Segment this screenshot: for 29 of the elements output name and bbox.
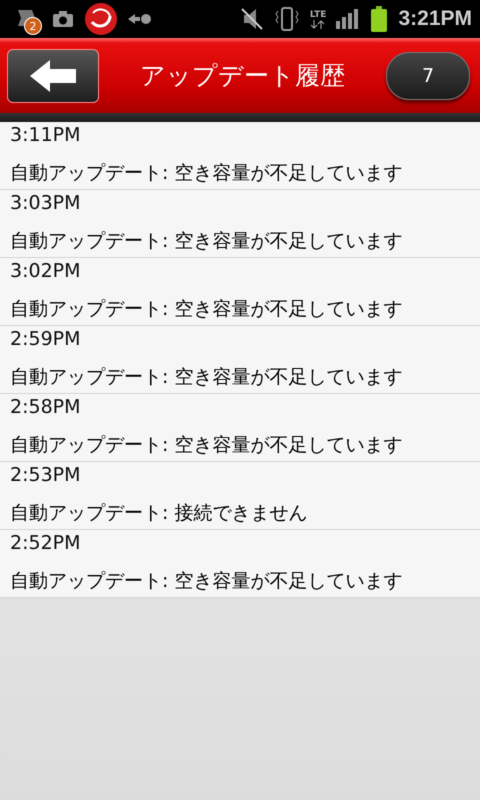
entry-time: 2:58PM	[10, 396, 82, 418]
notification-count: 2	[24, 17, 42, 35]
vibrate-icon	[274, 6, 300, 32]
entry-message: 自動アップデート: 空き容量が不足しています	[10, 229, 404, 254]
entry-time: 2:52PM	[10, 532, 82, 554]
entry-message: 自動アップデート: 空き容量が不足しています	[10, 569, 404, 594]
entry-message: 自動アップデート: 空き容量が不足しています	[10, 161, 404, 186]
entry-message: 自動アップデート: 空き容量が不足しています	[10, 297, 404, 322]
entry-message: 自動アップデート: 空き容量が不足しています	[10, 365, 404, 390]
camera-icon	[52, 10, 74, 28]
network-type: LTE	[310, 10, 326, 20]
entry-time: 2:53PM	[10, 464, 82, 486]
mute-icon	[240, 8, 264, 30]
entry-message: 自動アップデート: 空き容量が不足しています	[10, 433, 404, 458]
back-arrow-icon	[30, 60, 76, 92]
entry-time: 3:02PM	[10, 260, 82, 282]
entry-time: 2:59PM	[10, 328, 82, 350]
entry-count: 7	[386, 52, 470, 100]
back-dot-icon	[128, 13, 152, 25]
screen-title: アップデート履歴	[139, 60, 346, 92]
clock: 3:21PM	[398, 7, 472, 31]
entry-message: 自動アップデート: 接続できません	[10, 501, 308, 526]
back-button[interactable]	[7, 48, 99, 102]
entry-time: 3:11PM	[10, 124, 82, 146]
data-arrows-icon	[311, 20, 326, 28]
app-icon	[84, 2, 118, 36]
battery-icon	[370, 6, 388, 32]
entry-time: 3:03PM	[10, 192, 82, 214]
signal-icon	[336, 9, 360, 29]
